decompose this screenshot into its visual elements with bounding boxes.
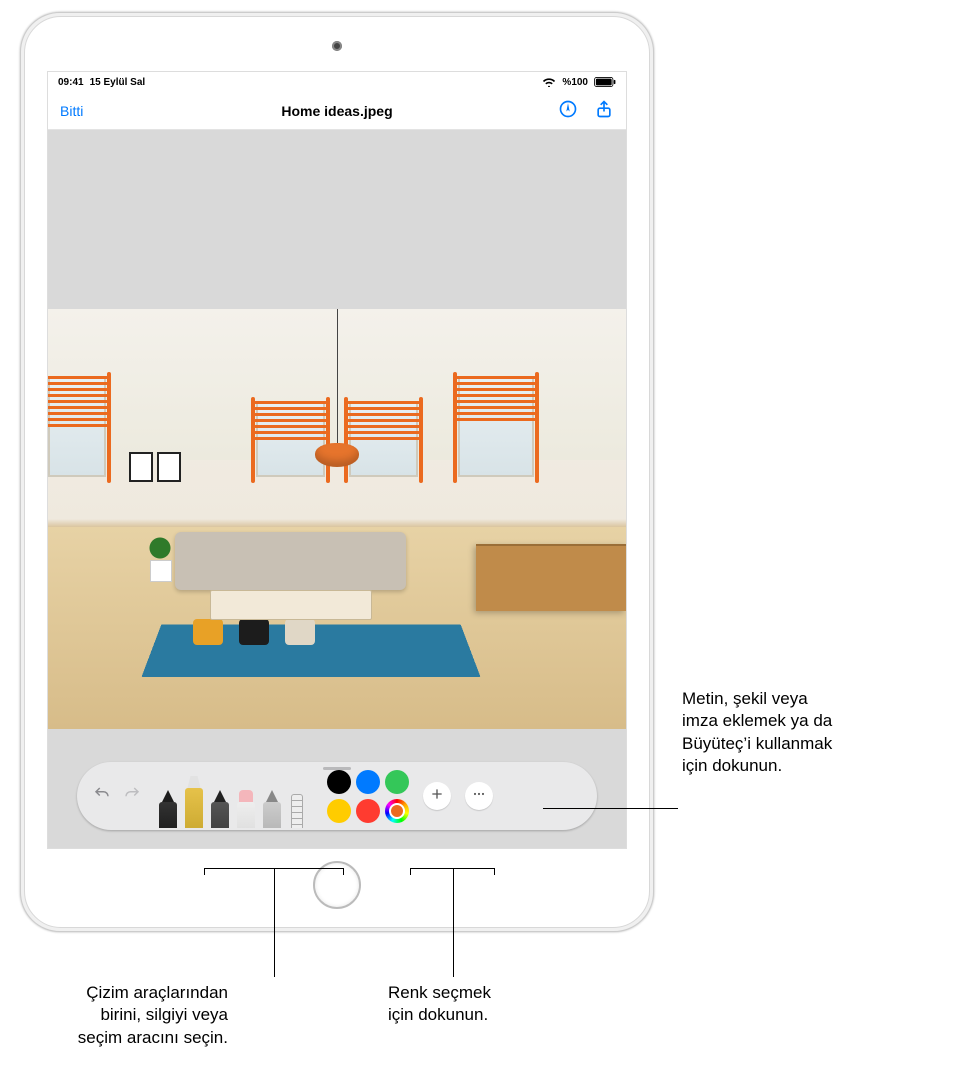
lamp-cord — [337, 309, 338, 443]
redo-button[interactable] — [121, 785, 143, 807]
share-button[interactable] — [594, 99, 614, 122]
photo-viewport — [48, 130, 626, 848]
plus-icon — [429, 786, 445, 807]
color-picker-button[interactable] — [385, 799, 409, 823]
more-button[interactable] — [465, 782, 493, 810]
cushion — [285, 619, 315, 645]
toolbar-grabber[interactable] — [323, 767, 351, 770]
callout-bracket — [410, 868, 495, 869]
eraser-tool[interactable] — [235, 790, 257, 828]
window-left — [48, 376, 106, 477]
ipad-screen: 09:41 15 Eylül Sal %100 Bitti Home ideas… — [47, 71, 627, 849]
markup-icon — [558, 106, 578, 122]
room-photo — [48, 309, 626, 729]
wall-frames — [129, 452, 181, 482]
canvas-area[interactable] — [48, 130, 626, 848]
couch — [175, 532, 406, 591]
marker-tool[interactable] — [183, 776, 205, 828]
cushion — [239, 619, 269, 645]
markup-button[interactable] — [558, 99, 578, 122]
markup-blinds — [48, 374, 108, 479]
color-swatches-group — [327, 770, 409, 823]
status-battery-text: %100 — [562, 77, 588, 88]
ipad-inner: 09:41 15 Eylül Sal %100 Bitti Home ideas… — [24, 16, 650, 928]
wifi-icon — [542, 77, 556, 87]
battery-icon — [594, 77, 616, 87]
share-icon — [594, 106, 614, 122]
callout-line — [543, 808, 678, 809]
lasso-tool[interactable] — [261, 790, 283, 828]
status-bar: 09:41 15 Eylül Sal %100 — [48, 72, 626, 92]
undo-button[interactable] — [91, 785, 113, 807]
ipad-device: 09:41 15 Eylül Sal %100 Bitti Home ideas… — [20, 12, 654, 932]
status-date: 15 Eylül Sal — [90, 77, 146, 88]
callout-drawing-tools: Çizim araçlarından birini, silgiyi veya … — [38, 982, 228, 1049]
file-title: Home ideas.jpeg — [130, 103, 544, 119]
coffee-table — [210, 590, 372, 619]
window-right — [458, 376, 533, 477]
redo-icon — [123, 785, 141, 808]
pencil-tool[interactable] — [209, 790, 231, 828]
pen-tool[interactable] — [157, 790, 179, 828]
dresser — [476, 544, 626, 611]
ipad-camera — [332, 41, 342, 51]
color-red[interactable] — [356, 799, 380, 823]
window-mid-left — [256, 401, 325, 477]
color-green[interactable] — [385, 770, 409, 794]
callout-color-picker: Renk seçmek için dokunun. — [388, 982, 491, 1027]
color-blue[interactable] — [356, 770, 380, 794]
callout-bracket — [204, 868, 344, 869]
add-button[interactable] — [423, 782, 451, 810]
markup-toolbar — [77, 762, 597, 830]
markup-toolbar-region — [77, 762, 597, 830]
window-mid-right — [349, 401, 418, 477]
nav-bar: Bitti Home ideas.jpeg — [48, 92, 626, 130]
ellipsis-icon — [471, 786, 487, 807]
markup-blinds — [456, 374, 535, 479]
color-black[interactable] — [327, 770, 351, 794]
callout-add-button: Metin, şekil veya imza eklemek ya da Büy… — [682, 688, 832, 778]
color-yellow[interactable] — [327, 799, 351, 823]
undo-icon — [93, 785, 111, 808]
ruler-tool[interactable] — [287, 790, 307, 828]
plant — [140, 536, 180, 582]
status-time: 09:41 — [58, 77, 84, 88]
markup-blinds — [347, 399, 420, 479]
markup-blinds — [254, 399, 327, 479]
drawing-tools-group — [157, 764, 307, 828]
cushion — [193, 619, 223, 645]
done-button[interactable]: Bitti — [60, 103, 130, 119]
